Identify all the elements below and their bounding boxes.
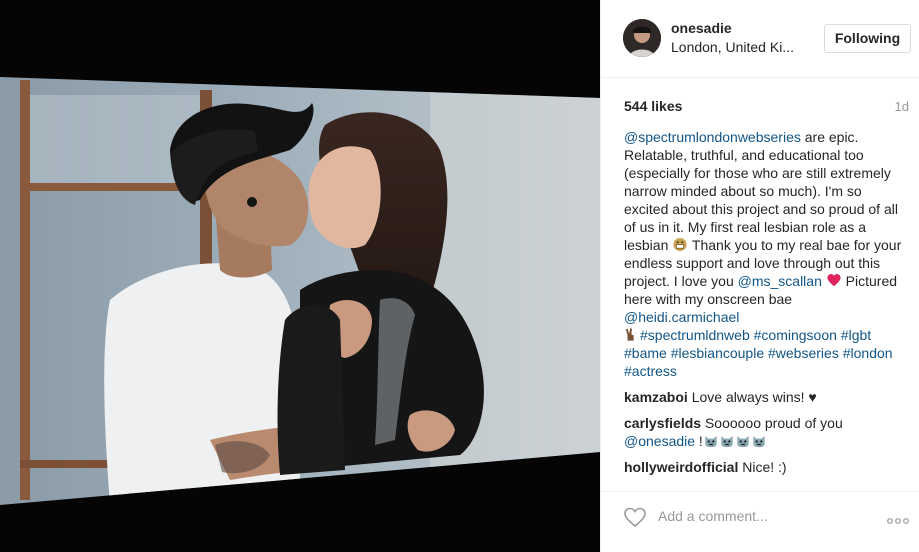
avatar-image bbox=[623, 19, 661, 57]
comment-text: Love always wins! ♥ bbox=[687, 389, 817, 405]
comment-text: Nice! :) bbox=[738, 459, 787, 475]
hashtag-link[interactable]: #webseries bbox=[768, 345, 839, 361]
mention-link[interactable]: @heidi.carmichael bbox=[624, 309, 739, 325]
mention-link[interactable]: @spectrumlondonwebseries bbox=[624, 129, 801, 145]
comment-username[interactable]: hollyweirdofficial bbox=[624, 459, 738, 475]
post-side-panel: onesadie London, United Ki... Following … bbox=[600, 0, 919, 552]
hashtag-link[interactable]: #spectrumldnweb bbox=[640, 327, 750, 343]
username-link[interactable]: onesadie bbox=[671, 20, 732, 36]
following-button[interactable]: Following bbox=[824, 24, 911, 53]
red-heart-emoji-icon bbox=[826, 273, 842, 288]
hashtag-link[interactable]: #bame bbox=[624, 345, 667, 361]
avatar[interactable] bbox=[623, 19, 661, 57]
caption-text: are epic. Relatable, truthful, and educa… bbox=[624, 129, 898, 253]
likes-count[interactable]: 544 likes bbox=[624, 98, 682, 114]
post-header: onesadie London, United Ki... Following bbox=[601, 0, 919, 78]
mention-link[interactable]: @ms_scallan bbox=[738, 273, 822, 289]
comment-text: Soooooo proud of you bbox=[701, 415, 843, 431]
comment-item: carlysfields Soooooo proud of you @onesa… bbox=[624, 414, 904, 450]
add-comment-input[interactable]: Add a comment... bbox=[658, 508, 768, 524]
comment-item: kamzaboi Love always wins! ♥ bbox=[624, 388, 904, 406]
victory-hand-emoji-icon bbox=[624, 327, 640, 342]
hashtag-link[interactable]: #comingsoon bbox=[754, 327, 837, 343]
crying-cat-emoji-icon bbox=[719, 433, 735, 448]
post-photo-image bbox=[0, 0, 600, 552]
crying-cat-emoji-icon bbox=[703, 433, 719, 448]
post-photo[interactable] bbox=[0, 0, 600, 552]
hashtag-link[interactable]: #lesbiancouple bbox=[671, 345, 764, 361]
mention-link[interactable]: @onesadie bbox=[624, 433, 695, 449]
more-options-icon[interactable] bbox=[886, 512, 910, 524]
hashtag-link[interactable]: #lgbt bbox=[841, 327, 871, 343]
like-heart-icon[interactable] bbox=[623, 506, 647, 528]
post-footer: Add a comment... bbox=[601, 491, 919, 552]
comment-item: hollyweirdofficial Nice! :) bbox=[624, 458, 904, 476]
post-caption: @spectrumlondonwebseries are epic. Relat… bbox=[624, 128, 904, 380]
comment-username[interactable]: kamzaboi bbox=[624, 389, 688, 405]
grinning-emoji-icon bbox=[672, 237, 688, 252]
crying-cat-emoji-icon bbox=[751, 433, 767, 448]
hashtag-link[interactable]: #london bbox=[843, 345, 893, 361]
location-link[interactable]: London, United Ki... bbox=[671, 39, 803, 55]
post-time[interactable]: 1d bbox=[895, 99, 909, 114]
crying-cat-emoji-icon bbox=[735, 433, 751, 448]
comment-username[interactable]: carlysfields bbox=[624, 415, 701, 431]
hashtag-link[interactable]: #actress bbox=[624, 363, 677, 379]
comment-text: ! bbox=[695, 433, 703, 449]
